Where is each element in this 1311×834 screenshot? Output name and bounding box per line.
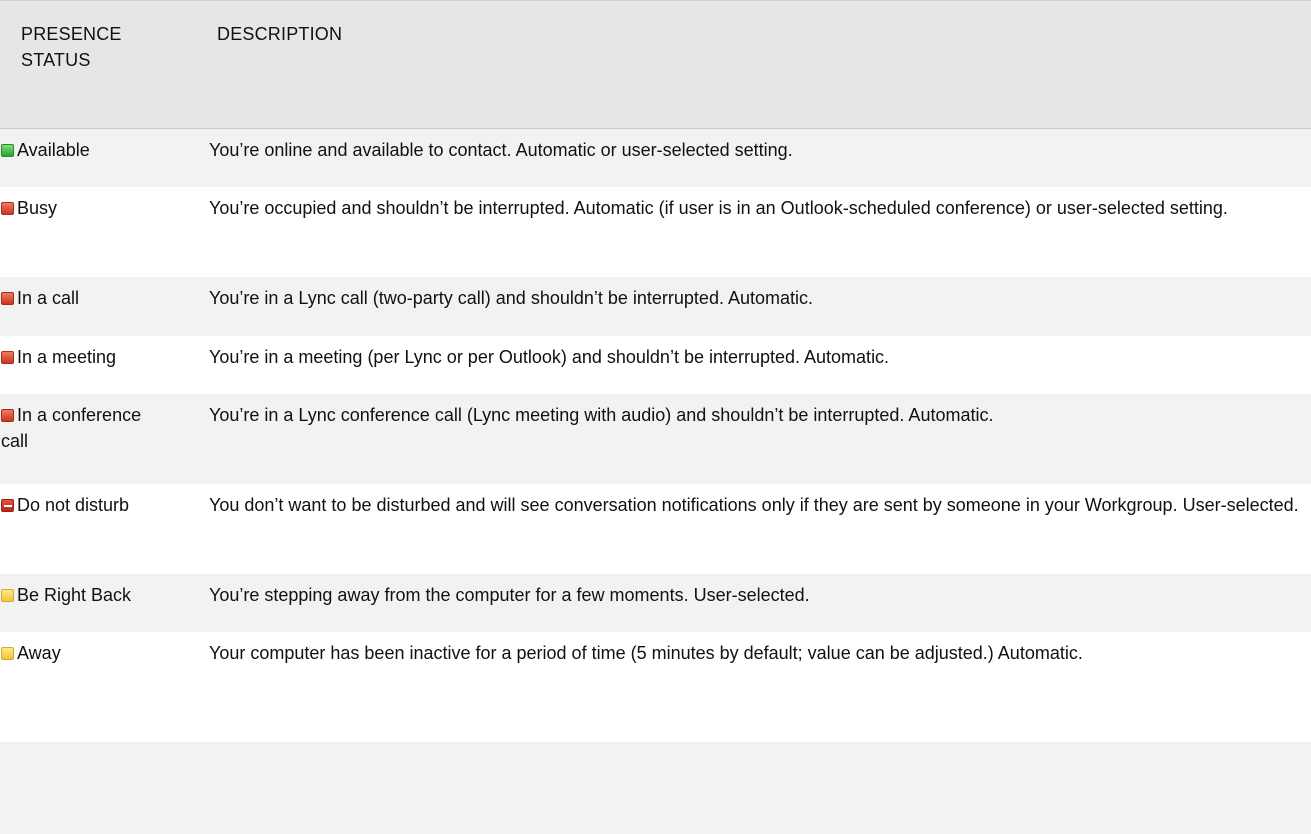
in-a-conference-call-status-icon: [1, 409, 14, 422]
table-row: In a conference call You’re in a Lync co…: [0, 394, 1311, 484]
description-cell: Your computer has been inactive for a pe…: [209, 643, 1083, 663]
header-presence-status: PRESENCE STATUS: [21, 21, 161, 73]
in-a-call-status-icon: [1, 292, 14, 305]
description-cell: You’re in a meeting (per Lync or per Out…: [209, 347, 890, 367]
busy-status-icon: [1, 202, 14, 215]
be-right-back-status-icon: [1, 589, 14, 602]
description-cell: You’re stepping away from the computer f…: [209, 585, 810, 605]
table-row: Busy You’re occupied and shouldn’t be in…: [0, 187, 1311, 277]
status-label-line2: call: [1, 431, 29, 451]
status-cell: In a conference call: [1, 402, 241, 454]
status-cell: Do not disturb: [1, 492, 225, 518]
table-row: In a meeting You’re in a meeting (per Ly…: [0, 336, 1311, 394]
status-cell: Be Right Back: [1, 582, 225, 608]
table-header: PRESENCE STATUS DESCRIPTION: [0, 0, 1311, 129]
available-status-icon: [1, 144, 14, 157]
status-label: In a call: [17, 288, 80, 308]
description-cell: You’re in a Lync conference call (Lync m…: [209, 405, 994, 425]
description-cell: You’re in a Lync call (two-party call) a…: [209, 288, 813, 308]
table-row: Do not disturb You don’t want to be dist…: [0, 484, 1311, 574]
description-cell: You don’t want to be disturbed and will …: [209, 495, 1299, 515]
do-not-disturb-status-icon: [1, 499, 14, 512]
status-label: Away: [17, 643, 61, 663]
status-cell: Away: [1, 640, 225, 666]
header-presence-status-line2: STATUS: [21, 50, 91, 70]
status-cell: In a meeting: [1, 344, 225, 370]
away-status-icon: [1, 647, 14, 660]
status-label: Do not disturb: [17, 495, 130, 515]
header-presence-status-line1: PRESENCE: [21, 24, 122, 44]
status-label: Be Right Back: [17, 585, 132, 605]
in-a-meeting-status-icon: [1, 351, 14, 364]
table-row: In a call You’re in a Lync call (two-par…: [0, 277, 1311, 336]
table-row: Away Your computer has been inactive for…: [0, 632, 1311, 742]
description-cell: You’re online and available to contact. …: [209, 140, 793, 160]
status-cell: Available: [1, 137, 225, 163]
status-label-line1: In a conference: [17, 405, 142, 425]
header-description: DESCRIPTION: [217, 24, 343, 44]
status-label: In a meeting: [17, 347, 117, 367]
status-label: Available: [17, 140, 90, 160]
table-row: Be Right Back You’re stepping away from …: [0, 574, 1311, 632]
table-row-empty: [0, 742, 1311, 834]
description-cell: You’re occupied and shouldn’t be interru…: [209, 198, 1228, 218]
status-cell: Busy: [1, 195, 225, 221]
status-cell: In a call: [1, 285, 225, 311]
status-label: Busy: [17, 198, 58, 218]
table-row: Available You’re online and available to…: [0, 129, 1311, 187]
presence-status-table: PRESENCE STATUS DESCRIPTION Available Yo…: [0, 0, 1311, 834]
